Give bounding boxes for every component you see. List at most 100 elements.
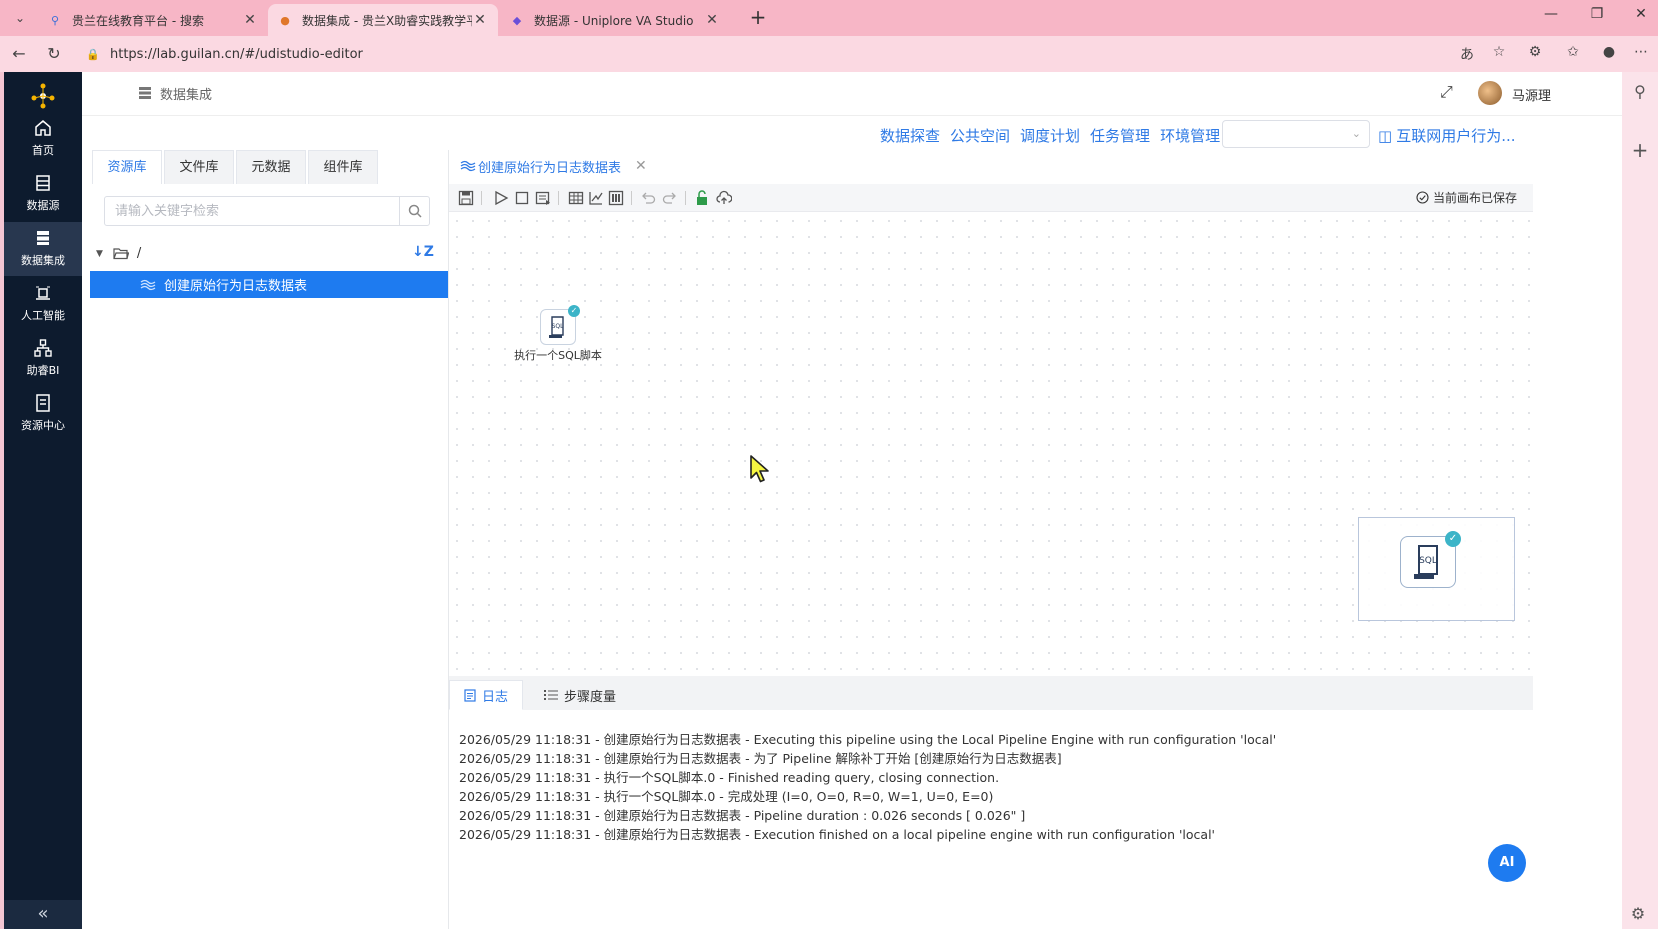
check-badge-icon: ✓ [568,305,580,317]
environment-select[interactable]: ⌄ [1222,120,1370,148]
data-integration-icon [139,87,151,99]
close-window-icon[interactable]: ✕ [1626,6,1656,30]
sidebar-search-icon[interactable]: ⚲ [1629,82,1651,104]
browser-tab-search[interactable]: ⚲ 贵兰在线教育平台 - 搜索 ✕ [38,4,268,36]
nav-label: 人工智能 [21,309,65,322]
extensions-icon[interactable]: ⚙ [1524,44,1546,66]
mouse-cursor-icon [750,455,769,483]
save-icon[interactable] [457,189,475,207]
ai-assistant-button[interactable]: AI [1488,844,1526,882]
tab-resource-library[interactable]: 资源库 [92,150,162,184]
nav-item-bi[interactable]: 助睿BI [4,332,82,386]
tree-root-folder[interactable]: ▼ / [96,246,141,261]
tab-log-label: 日志 [482,689,509,705]
metrics-chart-icon[interactable] [587,189,605,207]
menu-task-management[interactable]: 任务管理 [1090,125,1150,146]
profile-icon[interactable]: ● [1598,44,1620,66]
nav-item-data-integration[interactable]: 数据集成 [4,222,82,276]
close-tab-icon[interactable]: ✕ [472,12,488,28]
browser-tab-datasource[interactable]: ◆ 数据源 - Uniplore VA Studio ✕ [500,4,730,36]
grid-icon[interactable] [567,189,585,207]
folder-open-icon [113,248,129,260]
tree-item-pipeline[interactable]: 创建原始行为日志数据表 [90,271,448,298]
browser-tab-data-integration[interactable]: ● 数据集成 - 贵兰X助睿实践教学平台 ✕ [268,4,498,36]
app-logo-icon [31,83,55,109]
translate-icon[interactable]: あ [1456,44,1478,66]
more-options-icon[interactable]: ⋯ [1630,44,1652,66]
search-input[interactable] [105,197,399,225]
minimize-icon[interactable]: — [1536,6,1566,30]
pipeline-icon [460,160,476,172]
log-tabs: 日志 步骤度量 [449,676,1533,710]
new-tab-plus-icon[interactable]: + [746,6,770,30]
nav-label: 首页 [32,144,54,157]
nav-label: 资源中心 [21,419,65,432]
studio-favicon-icon: ◆ [512,13,522,27]
menu-public-space[interactable]: 公共空间 [950,125,1010,146]
editor-toolbar: 当前画布已保存 [449,184,1533,212]
tab-actions-chevron-icon[interactable]: ⌄ [8,6,32,30]
stop-icon[interactable] [513,189,531,207]
tree-root-label: / [136,246,142,261]
run-icon[interactable] [492,189,510,207]
search-button[interactable] [399,197,429,225]
redo-icon[interactable] [661,189,679,207]
url-text: https://lab.guilan.cn/#/udistudio-editor [110,46,363,62]
nav-label: 数据源 [26,199,60,212]
nav-item-ai[interactable]: 人工智能 [4,277,82,331]
nav-item-datasource[interactable]: 数据源 [4,167,82,221]
undo-icon[interactable] [639,189,657,207]
log-line: 2026/05/29 11:18:31 - 创建原始行为日志数据表 - 为了 P… [459,751,1062,766]
settings-gear-icon[interactable]: ⚙ [1627,904,1649,926]
address-bar: ← ↻ 🔒 https://lab.guilan.cn/#/udistudio-… [0,36,1658,72]
restore-icon[interactable]: ❐ [1582,6,1612,30]
tab-file-library[interactable]: 文件库 [164,150,234,184]
close-icon[interactable]: ✕ [635,158,647,174]
pipeline-canvas[interactable]: SQL ✓ 执行一个SQL脚本 SQL ✓ [449,213,1533,675]
log-line: 2026/05/29 11:18:31 - 执行一个SQL脚本.0 - 完成处理… [459,789,994,804]
caret-down-icon[interactable]: ▼ [96,249,103,259]
url-field[interactable]: 🔒 https://lab.guilan.cn/#/udistudio-edit… [80,41,1520,67]
unlock-icon[interactable] [693,189,711,207]
menu-schedule-plan[interactable]: 调度计划 [1020,125,1080,146]
tab-metadata[interactable]: 元数据 [236,150,306,184]
node-icon-text: SQL [1419,556,1437,566]
canvas-minimap[interactable]: SQL ✓ [1358,517,1515,621]
log-output[interactable]: 2026/05/29 11:18:31 - 创建原始行为日志数据表 - Exec… [449,710,1533,929]
tab-step-metrics[interactable]: 步骤度量 [529,680,631,710]
sidebar-add-icon[interactable]: + [1629,138,1651,162]
node-label: 执行一个SQL脚本 [514,349,602,362]
user-name[interactable]: 马源理 [1512,85,1551,104]
favorite-star-icon[interactable]: ☆ [1488,44,1510,66]
sql-script-node[interactable]: SQL ✓ [540,305,580,345]
refresh-icon[interactable]: ↻ [43,44,65,66]
close-tab-icon[interactable]: ✕ [242,12,258,28]
sort-az-icon[interactable]: ↓Z [412,244,434,260]
resource-search [104,196,430,226]
tab-log[interactable]: 日志 [449,680,524,710]
collapse-sidebar-icon[interactable]: « [4,900,82,929]
search-icon [408,204,422,218]
project-link[interactable]: ◫ 互联网用户行为... [1378,125,1516,146]
fullscreen-icon[interactable]: ⤢ [1440,82,1453,102]
table-view-icon[interactable] [607,189,625,207]
pipeline-icon [140,279,156,290]
back-arrow-icon[interactable]: ← [8,44,30,66]
tab-component-library[interactable]: 组件库 [308,150,378,184]
favorites-list-icon[interactable]: ✩ [1562,44,1584,66]
editor-tab[interactable]: 创建原始行为日志数据表 ✕ [460,152,647,180]
close-tab-icon[interactable]: ✕ [704,12,720,28]
preview-icon[interactable] [534,189,552,207]
toolbar-separator [481,191,482,205]
lock-icon: 🔒 [86,47,100,61]
saved-status: 当前画布已保存 [1416,189,1517,206]
nav-item-home[interactable]: 首页 [4,112,82,166]
cloud-upload-icon[interactable] [715,189,733,207]
menu-environment-management[interactable]: 环境管理 [1160,125,1220,146]
toolbar-separator [631,191,632,205]
browser-tab-title: 贵兰在线教育平台 - 搜索 [72,13,204,28]
log-line: 2026/05/29 11:18:31 - 执行一个SQL脚本.0 - Fini… [459,770,1000,785]
menu-data-explore[interactable]: 数据探查 [880,125,940,146]
avatar[interactable] [1478,81,1502,105]
nav-item-resource-center[interactable]: 资源中心 [4,387,82,441]
